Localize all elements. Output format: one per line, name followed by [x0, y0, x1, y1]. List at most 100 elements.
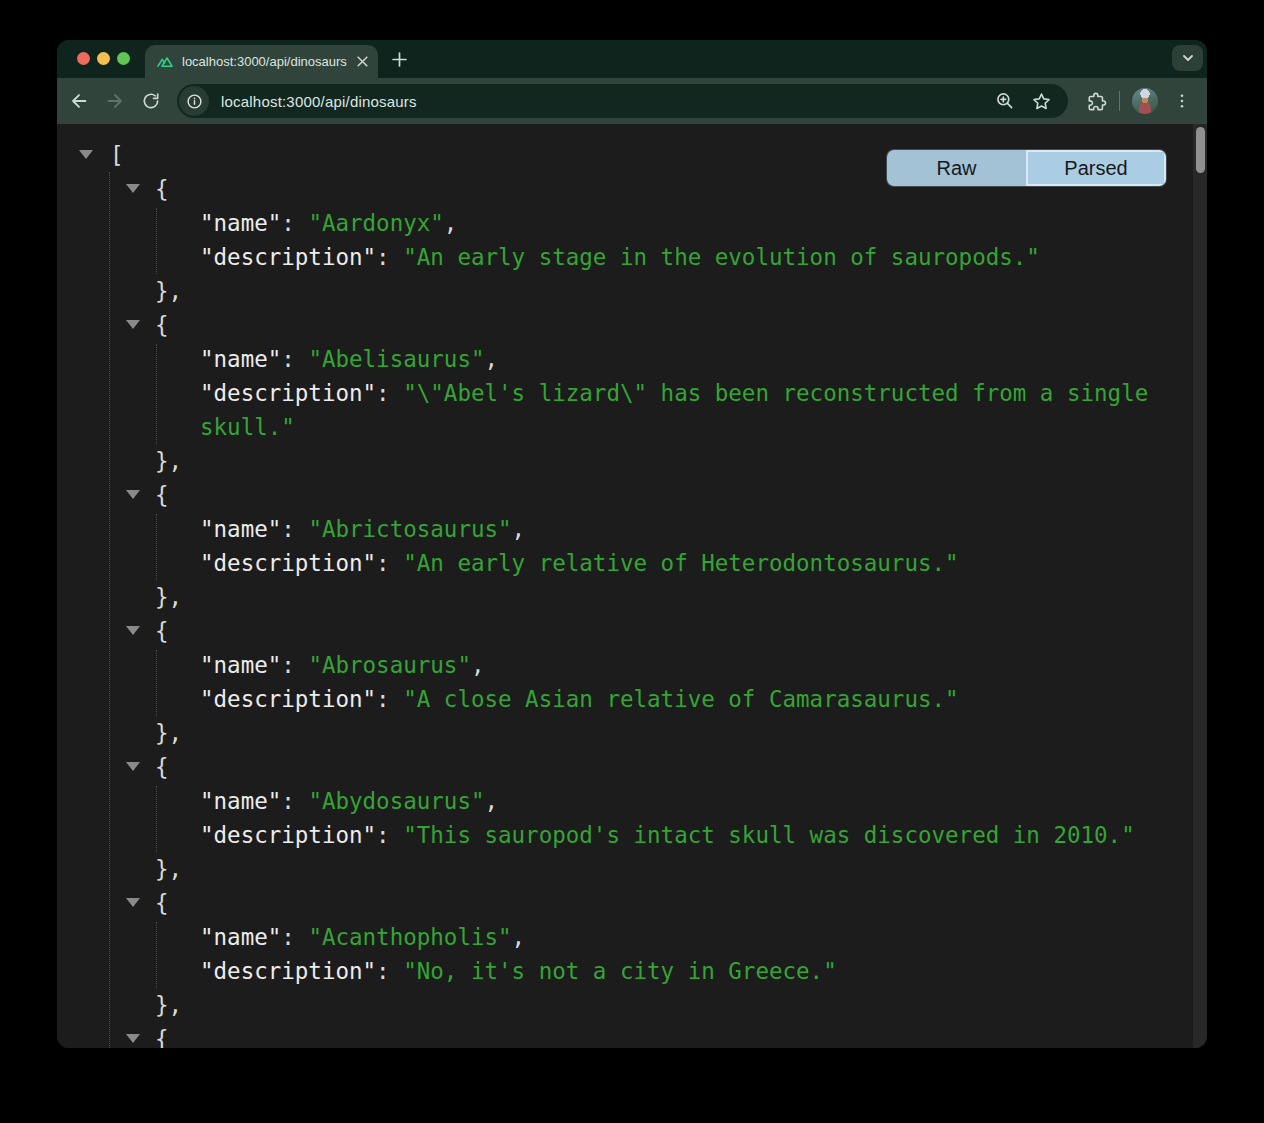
json-punctuation: {: [155, 482, 169, 508]
json-line: "description": "A close Asian relative o…: [57, 682, 1207, 716]
json-object: { "name": "Abydosaurus", "description": "T…: [57, 750, 1207, 886]
json-tree: [ { "name": "Aardonyx", "description": "An …: [57, 124, 1207, 1048]
json-object: {"name": "Abrosaurus","description": "A …: [57, 614, 1207, 750]
toolbar-separator: [1119, 91, 1120, 111]
json-key: "name": [200, 924, 281, 950]
json-line: {: [57, 614, 1207, 648]
zoom-page-icon[interactable]: [995, 91, 1015, 111]
json-punctuation: {: [155, 754, 169, 780]
parsed-button[interactable]: Parsed: [1026, 150, 1166, 186]
url-text[interactable]: localhost:3000/api/dinosaurs: [221, 93, 995, 110]
json-key: "description": [200, 822, 376, 848]
json-key: "description": [200, 686, 376, 712]
json-line: "description": "An early relative of Het…: [57, 546, 1207, 580]
json-punctuation: :: [281, 210, 308, 236]
tab-close-icon[interactable]: [356, 55, 369, 68]
json-line: "description": "\"Abel's lizard\" has be…: [57, 376, 1207, 444]
json-key: "description": [200, 550, 376, 576]
json-line: {: [57, 478, 1207, 512]
minimize-window-button[interactable]: [97, 52, 110, 65]
json-line: },: [57, 580, 1207, 614]
json-punctuation: {: [155, 618, 169, 644]
json-punctuation: ,: [512, 516, 526, 542]
json-string-value: "Abydosaurus": [308, 788, 484, 814]
collapse-toggle-icon[interactable]: [126, 1034, 140, 1043]
page-content: [ { "name": "Aardonyx", "description": "An …: [57, 124, 1207, 1048]
json-line: "name": "Aardonyx",: [57, 206, 1207, 240]
address-bar[interactable]: localhost:3000/api/dinosaurs: [177, 84, 1068, 118]
tab-strip: localhost:3000/api/dinosaurs: [57, 40, 1207, 78]
json-string-value: "Acanthopholis": [308, 924, 511, 950]
profile-avatar[interactable]: [1132, 88, 1158, 114]
scrollbar[interactable]: [1193, 124, 1207, 1048]
json-punctuation: },: [155, 720, 182, 746]
zoom-window-button[interactable]: [117, 52, 130, 65]
json-punctuation: {: [155, 1026, 169, 1048]
collapse-toggle-icon[interactable]: [126, 626, 140, 635]
json-line: {: [57, 1022, 1207, 1048]
raw-button[interactable]: Raw: [887, 150, 1026, 186]
json-punctuation: },: [155, 856, 182, 882]
json-punctuation: :: [281, 516, 308, 542]
json-punctuation: :: [376, 686, 403, 712]
json-punctuation: },: [155, 992, 182, 1018]
menu-kebab-icon[interactable]: [1170, 89, 1194, 113]
reload-button[interactable]: [139, 89, 163, 113]
json-punctuation: :: [281, 652, 308, 678]
json-object: {"name": "Abelisaurus","description": "\…: [57, 308, 1207, 478]
collapse-toggle-icon[interactable]: [79, 150, 93, 159]
collapse-toggle-icon[interactable]: [126, 490, 140, 499]
collapse-toggle-icon[interactable]: [126, 320, 140, 329]
scrollbar-thumb[interactable]: [1196, 127, 1205, 173]
json-line: "name": "Abydosaurus",: [57, 784, 1207, 818]
json-line: },: [57, 444, 1207, 478]
tab-search-chevron-button[interactable]: [1172, 45, 1203, 71]
json-key: "name": [200, 788, 281, 814]
json-punctuation: :: [376, 380, 403, 406]
new-tab-button[interactable]: [387, 47, 411, 71]
close-window-button[interactable]: [77, 52, 90, 65]
tab-title: localhost:3000/api/dinosaurs: [182, 54, 356, 69]
raw-parsed-toggle: Raw Parsed: [887, 150, 1166, 186]
json-line: },: [57, 852, 1207, 886]
site-info-button[interactable]: [179, 86, 209, 116]
json-string-value: "This sauropod's intact skull was discov…: [403, 822, 1135, 848]
collapse-toggle-icon[interactable]: [126, 762, 140, 771]
json-punctuation: [: [110, 142, 124, 168]
json-key: "description": [200, 380, 376, 406]
json-key: "name": [200, 516, 281, 542]
json-punctuation: ,: [484, 788, 498, 814]
json-key: "description": [200, 958, 376, 984]
json-punctuation: ,: [471, 652, 485, 678]
json-punctuation: ,: [484, 346, 498, 372]
favicon-mountains-icon: [156, 53, 174, 71]
json-key: "name": [200, 346, 281, 372]
json-string-value: "An early stage in the evolution of saur…: [403, 244, 1040, 270]
browser-tab[interactable]: localhost:3000/api/dinosaurs: [145, 45, 378, 78]
browser-window: localhost:3000/api/dinosaurs localhost:3…: [57, 40, 1207, 1048]
json-punctuation: :: [281, 788, 308, 814]
collapse-toggle-icon[interactable]: [126, 898, 140, 907]
collapse-toggle-icon[interactable]: [126, 184, 140, 193]
json-string-value: "No, it's not a city in Greece.": [403, 958, 836, 984]
json-object: {"name": "Aardonyx","description": "An e…: [57, 172, 1207, 308]
back-button[interactable]: [67, 89, 91, 113]
bookmark-star-icon[interactable]: [1031, 91, 1052, 112]
json-line: {: [57, 886, 1207, 920]
traffic-lights: [77, 52, 130, 65]
json-object: { "name": "Abrictosaurus","description": …: [57, 478, 1207, 614]
json-key: "name": [200, 210, 281, 236]
json-string-value: "A close Asian relative of Camarasaurus.…: [403, 686, 958, 712]
forward-button[interactable]: [103, 89, 127, 113]
json-line: "name": "Abrictosaurus",: [57, 512, 1207, 546]
extensions-icon[interactable]: [1086, 91, 1107, 112]
json-line: "name": "Abrosaurus",: [57, 648, 1207, 682]
json-punctuation: :: [376, 244, 403, 270]
json-punctuation: {: [155, 176, 169, 202]
json-key: "name": [200, 652, 281, 678]
json-punctuation: {: [155, 890, 169, 916]
json-punctuation: :: [376, 958, 403, 984]
json-punctuation: },: [155, 584, 182, 610]
json-line: },: [57, 988, 1207, 1022]
json-punctuation: :: [281, 346, 308, 372]
